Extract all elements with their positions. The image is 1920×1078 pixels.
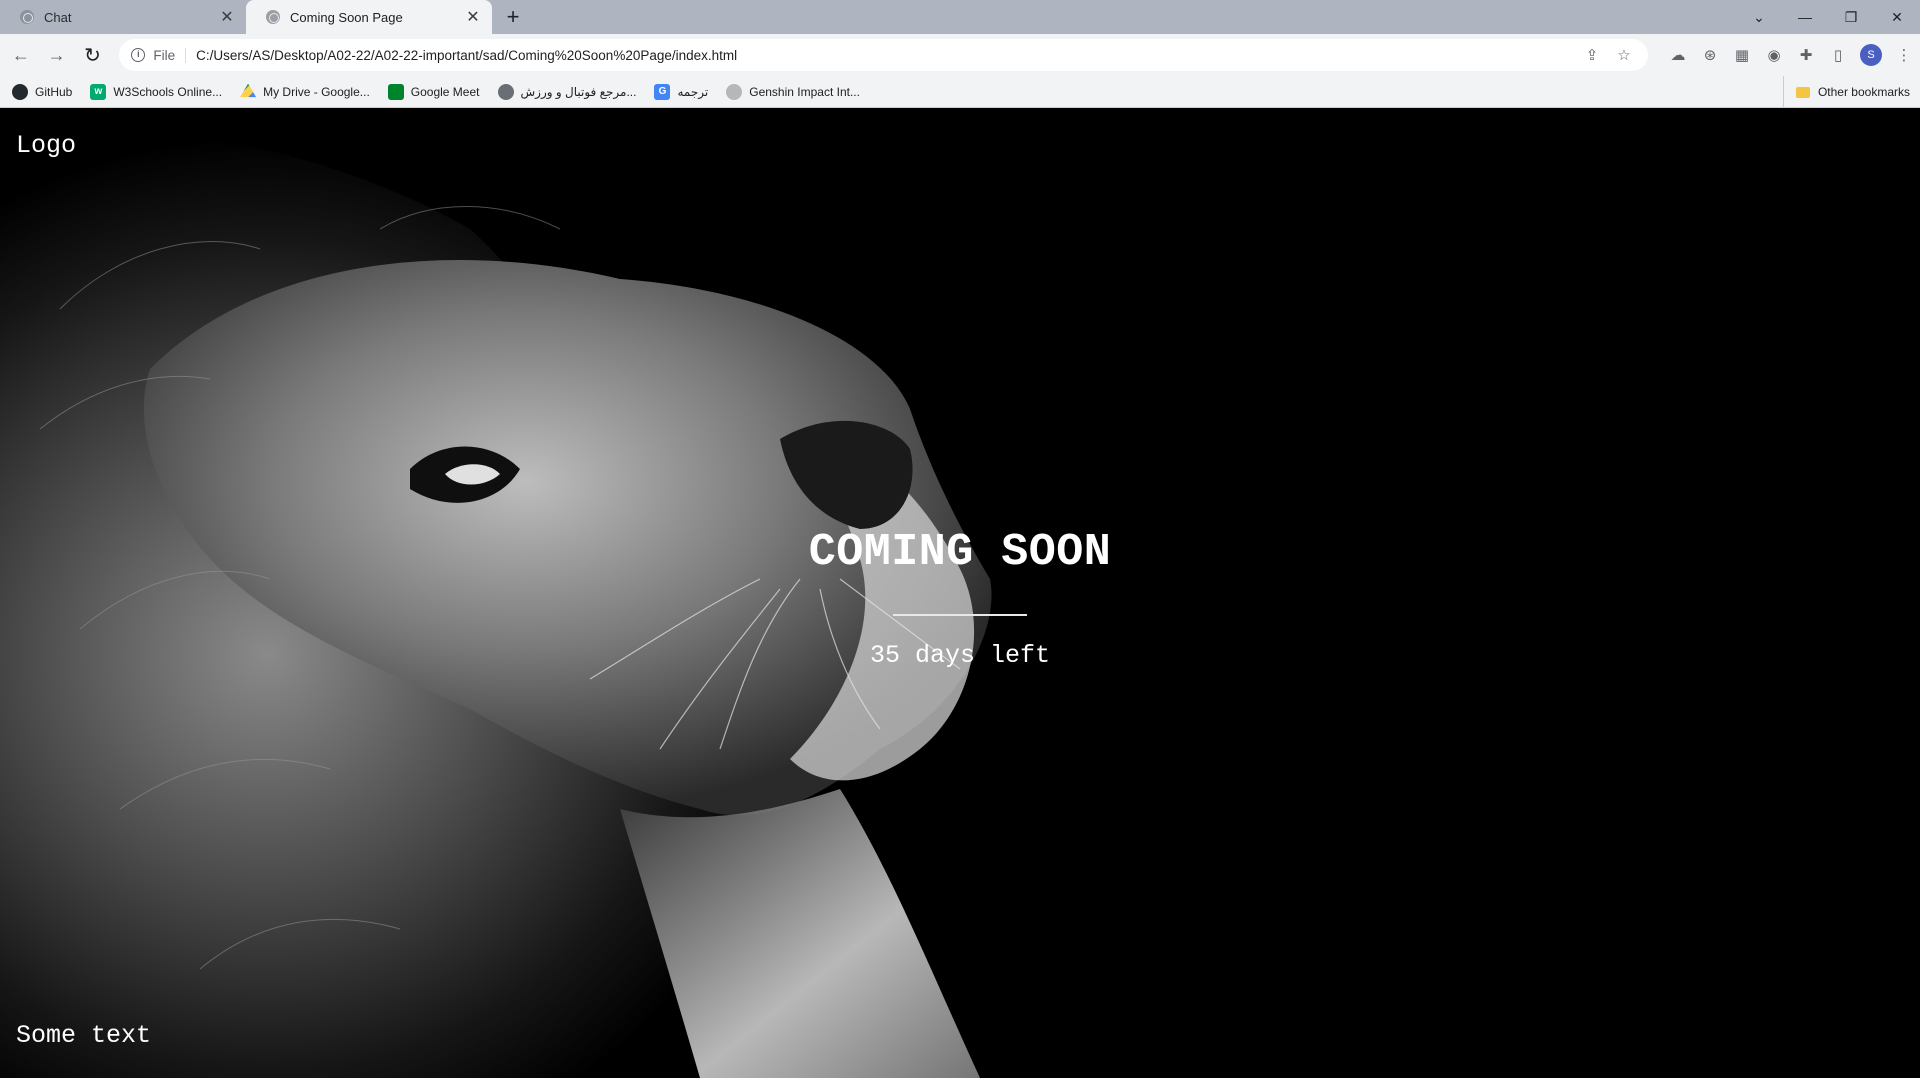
address-url[interactable]: C:/Users/AS/Desktop/A02-22/A02-22-import… — [196, 48, 1572, 63]
bookmark-label: My Drive - Google... — [263, 84, 370, 99]
new-tab-button[interactable]: + — [496, 0, 530, 34]
forward-icon[interactable]: → — [42, 40, 72, 70]
globe-extension-icon[interactable]: ◉ — [1758, 41, 1790, 69]
back-icon[interactable]: ← — [6, 40, 36, 70]
bookmark-label: W3Schools Online... — [113, 84, 223, 99]
address-bar[interactable]: i File C:/Users/AS/Desktop/A02-22/A02-22… — [119, 39, 1649, 71]
restore-icon[interactable]: ❐ — [1828, 0, 1874, 34]
window-controls: ⌄ — ❐ ✕ — [1736, 0, 1920, 34]
w3schools-icon: w — [90, 83, 107, 100]
browser-toolbar: ← → ↻ i File C:/Users/AS/Desktop/A02-22/… — [0, 34, 1920, 76]
soccer-icon — [497, 83, 514, 100]
coming-soon-block: COMING SOON 35 days left — [0, 109, 1920, 1078]
bookmarks-bar: GitHub w W3Schools Online... My Drive - … — [0, 76, 1920, 108]
side-panel-icon[interactable]: ▯ — [1822, 41, 1854, 69]
bookmark-label: Google Meet — [410, 84, 480, 99]
bookmark-genshin[interactable]: Genshin Impact Int... — [726, 83, 860, 100]
puzzle-extensions-icon[interactable]: ✚ — [1790, 41, 1822, 69]
bookmark-translate[interactable]: G ترجمه — [654, 83, 709, 100]
site-info-icon[interactable]: i — [131, 48, 146, 62]
bookmark-star-icon[interactable]: ☆ — [1612, 46, 1636, 64]
genshin-icon — [726, 83, 743, 100]
bookmark-w3schools[interactable]: w W3Schools Online... — [90, 83, 223, 100]
other-bookmarks-label: Other bookmarks — [1817, 85, 1910, 99]
page-viewport: Logo COMING SOON 35 days left Some text — [0, 109, 1920, 1078]
address-scheme-label: File — [153, 47, 187, 63]
tab-search-icon[interactable]: ⌄ — [1736, 0, 1782, 34]
close-tab-icon[interactable]: ✕ — [464, 8, 482, 26]
menu-kebab-icon[interactable]: ⋮ — [1888, 41, 1920, 69]
grid-extension-icon[interactable]: ▦ — [1726, 41, 1758, 69]
tab-favicon-icon — [266, 10, 280, 24]
divider — [893, 614, 1027, 616]
bookmark-label: مرجع فوتبال و ورزش... — [520, 84, 637, 99]
other-bookmarks[interactable]: Other bookmarks — [1782, 76, 1910, 108]
google-translate-icon: G — [654, 83, 671, 100]
tab-title: Chat — [44, 9, 72, 25]
tab-chat[interactable]: Chat ✕ — [0, 0, 246, 34]
bookmark-label: GitHub — [35, 84, 73, 99]
bookmark-google-meet[interactable]: Google Meet — [387, 83, 480, 100]
google-meet-icon — [387, 83, 404, 100]
tab-favicon-icon — [20, 10, 34, 24]
bookmark-label: Genshin Impact Int... — [749, 84, 860, 99]
coming-soon-headline: COMING SOON — [808, 527, 1112, 578]
tab-strip: Chat ✕ Coming Soon Page ✕ + ⌄ — ❐ ✕ — [0, 0, 1920, 34]
bookmark-github[interactable]: GitHub — [12, 83, 73, 100]
github-icon — [12, 83, 28, 100]
cloud-extension-icon[interactable]: ☁ — [1662, 41, 1694, 69]
countdown-text: 35 days left — [869, 641, 1051, 670]
google-drive-icon — [240, 83, 257, 98]
footer-text: Some text — [16, 1021, 152, 1050]
close-window-icon[interactable]: ✕ — [1874, 0, 1920, 34]
close-tab-icon[interactable]: ✕ — [218, 8, 236, 26]
bookmark-google-drive[interactable]: My Drive - Google... — [240, 83, 370, 100]
bookmark-football-reference[interactable]: مرجع فوتبال و ورزش... — [497, 83, 637, 100]
share-icon[interactable]: ⇪ — [1580, 46, 1604, 64]
minimize-icon[interactable]: — — [1782, 0, 1828, 34]
robot-extension-icon[interactable]: ⊛ — [1694, 41, 1726, 69]
extensions-area: ☁ ⊛ ▦ ◉ ✚ ▯ S ⋮ — [1662, 41, 1920, 69]
folder-icon — [1795, 86, 1810, 98]
reload-icon[interactable]: ↻ — [78, 40, 108, 70]
bookmark-label: ترجمه — [677, 84, 709, 99]
tab-title: Coming Soon Page — [290, 9, 403, 25]
profile-avatar[interactable]: S — [1860, 44, 1883, 66]
tab-coming-soon[interactable]: Coming Soon Page ✕ — [246, 0, 492, 34]
